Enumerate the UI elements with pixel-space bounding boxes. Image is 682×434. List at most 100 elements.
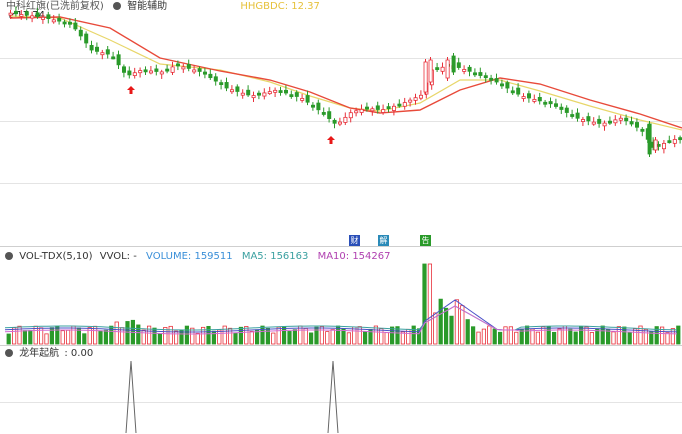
candle-body [543, 101, 548, 105]
candle-body [251, 95, 256, 99]
candle-body [472, 72, 477, 76]
volume-bar [589, 332, 595, 345]
candle-body [316, 102, 321, 111]
candle-body [591, 121, 596, 125]
candle-body [192, 69, 197, 73]
volume-bar [557, 328, 562, 345]
candle-body [170, 66, 175, 73]
candle-body [440, 66, 445, 72]
volume-bar [298, 325, 303, 345]
candle-body [629, 121, 634, 125]
volume-bar [503, 326, 508, 345]
volume-bar [114, 321, 119, 345]
volume-bar [481, 328, 487, 345]
candle-body [332, 119, 337, 124]
volume-bar [276, 326, 281, 345]
candle-body [132, 72, 137, 77]
buy-arrow-icon [327, 136, 335, 144]
volume-bar [552, 331, 557, 345]
candle-body [364, 106, 369, 110]
candle-body [613, 119, 618, 124]
volume-bar [44, 333, 49, 345]
candle-body [428, 59, 433, 83]
volume-bar [184, 325, 189, 345]
volume-bar [190, 327, 195, 345]
candle-body [494, 78, 499, 83]
candle-body [283, 89, 288, 94]
candle-body [354, 110, 359, 114]
volume-bar [308, 332, 314, 345]
candle-body [181, 66, 186, 70]
candle-body [202, 71, 207, 75]
volume-bar [514, 331, 519, 345]
candle-body [337, 121, 342, 125]
volume-bar [389, 326, 395, 345]
ma-red-line [9, 16, 682, 129]
volume-bar [465, 319, 470, 345]
candle-body [559, 106, 564, 110]
volume-bar [346, 332, 352, 345]
candle-body [402, 102, 407, 107]
candle-body [445, 59, 450, 79]
volume-bar [670, 328, 676, 345]
candle-body [467, 66, 472, 72]
volume-bar [319, 326, 325, 345]
buy-arrow-icon [127, 86, 135, 94]
candle-body [662, 142, 667, 150]
candle-body [672, 139, 677, 144]
candle-body [100, 52, 105, 56]
candle-body [413, 97, 418, 101]
volume-bar [584, 326, 589, 345]
candle-body [138, 70, 143, 74]
candle-body [667, 140, 672, 144]
candle-body [343, 116, 348, 123]
candle-body [41, 16, 46, 20]
candle-body [154, 68, 159, 72]
candle-body [423, 61, 428, 93]
candle-body [300, 98, 305, 101]
volume-bar [352, 326, 357, 345]
candle-body [581, 119, 586, 122]
candle-body [521, 96, 526, 99]
candle-body [51, 19, 56, 23]
candle-body [122, 66, 127, 73]
candle-body [105, 49, 110, 55]
candle-body [478, 72, 483, 76]
candle-body [116, 54, 121, 66]
volume-bar [82, 333, 87, 345]
volume-bar [427, 263, 433, 345]
candle-body [143, 69, 148, 73]
candle-body [213, 76, 218, 82]
candle-body [381, 109, 386, 113]
volume-bar [125, 321, 130, 345]
candle-body [235, 86, 240, 92]
volume-bar [379, 328, 384, 345]
candle-body [159, 71, 164, 75]
volume-ma5-line [4, 305, 678, 331]
volume-bar [460, 305, 465, 345]
stock-chart-svg [4, 6, 682, 433]
candle-body [305, 95, 310, 103]
candle-body [57, 17, 62, 22]
candle-body [208, 73, 213, 79]
volume-bar [546, 326, 551, 345]
volume-bar [249, 330, 254, 345]
volume-bar [136, 324, 141, 345]
candle-body [294, 92, 299, 97]
volume-bar [22, 330, 28, 345]
volume-bar [487, 325, 492, 345]
candle-body [483, 75, 488, 79]
candle-body [84, 33, 89, 44]
candle-body [532, 99, 537, 102]
candle-body [175, 63, 180, 67]
volume-bar [152, 327, 157, 345]
volume-bar [449, 315, 454, 345]
candle-body [435, 67, 440, 71]
volume-bar [206, 325, 211, 345]
volume-bar [492, 328, 497, 345]
candle-body [111, 56, 116, 60]
volume-bar [497, 331, 503, 345]
volume-bar [238, 326, 243, 345]
candle-body [35, 12, 40, 17]
candle-body [197, 68, 202, 72]
